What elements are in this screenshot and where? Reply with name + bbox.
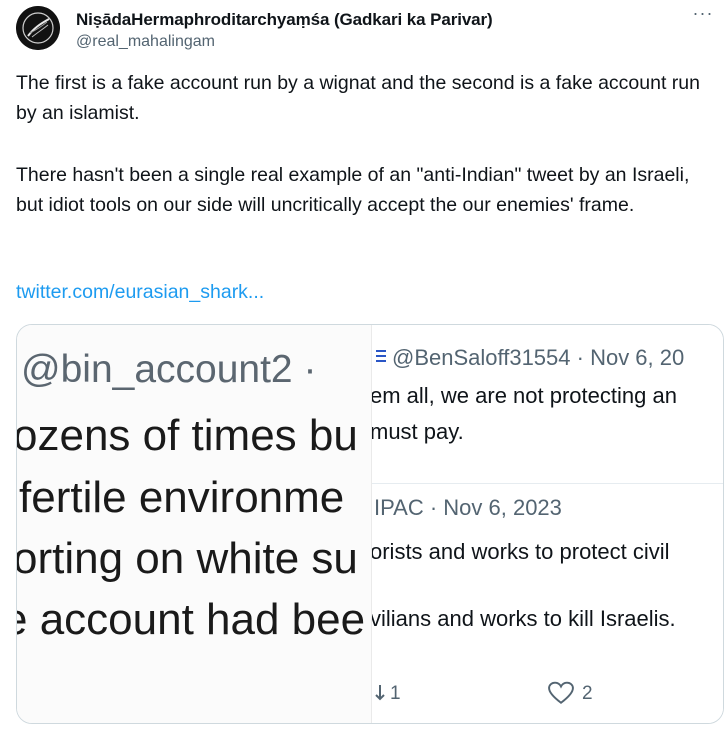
screenshot-tweet1-line: em all, we are not protecting an [371,383,677,408]
flag-icon [376,350,386,364]
divider [372,483,723,484]
tweet-text-line: The first is a fake account run by a wig… [16,72,700,124]
screenshot-line: fertile environme [19,473,345,522]
tweet-link[interactable]: twitter.com/eurasian_shark... [16,281,264,304]
tweet-header: NiṣādaHermaphroditarchyaṃśa (Gadkari ka … [16,4,716,51]
screenshot-line: ozens of times bu [17,411,358,460]
author-display-name[interactable]: NiṣādaHermaphroditarchyaṃśa (Gadkari ka … [76,10,493,30]
screenshot-line: orting on white su [17,534,358,583]
screenshot-tweet1-header: @BenSaloff31554 · Nov 6, 20 [392,345,685,370]
avatar[interactable] [16,6,60,50]
tweet-paragraph-2: There hasn't been a single real example … [16,160,716,220]
screenshot-tweet2-line: vilians and works to kill Israelis. [371,606,676,631]
left-screenshot[interactable]: @bin_account2 · ozens of times bu fertil… [17,325,371,723]
right-screenshot[interactable]: @BenSaloff31554 · Nov 6, 20 em all, we a… [371,325,723,723]
screenshot-line: e account had bee [17,595,366,644]
tweet-text-line: There hasn't been a single real example … [16,164,690,216]
screenshot-tweet2-header: IPAC · Nov 6, 2023 [374,495,562,520]
author-handle[interactable]: @real_mahalingam [76,33,215,51]
reply-icon [375,685,385,701]
more-options-icon[interactable]: ··· [690,4,716,26]
heart-icon [548,681,574,704]
reply-count: 1 [390,683,401,704]
tweet-paragraph-1: The first is a fake account run by a wig… [16,68,716,128]
screenshot-handle: @bin_account2 · [21,348,317,391]
screenshot-tweet1-line: must pay. [371,419,464,444]
screenshot-tweet2-line: orists and works to protect civil [371,539,670,564]
like-count: 2 [582,683,593,704]
tweet-media[interactable]: @bin_account2 · ozens of times bu fertil… [16,324,724,724]
